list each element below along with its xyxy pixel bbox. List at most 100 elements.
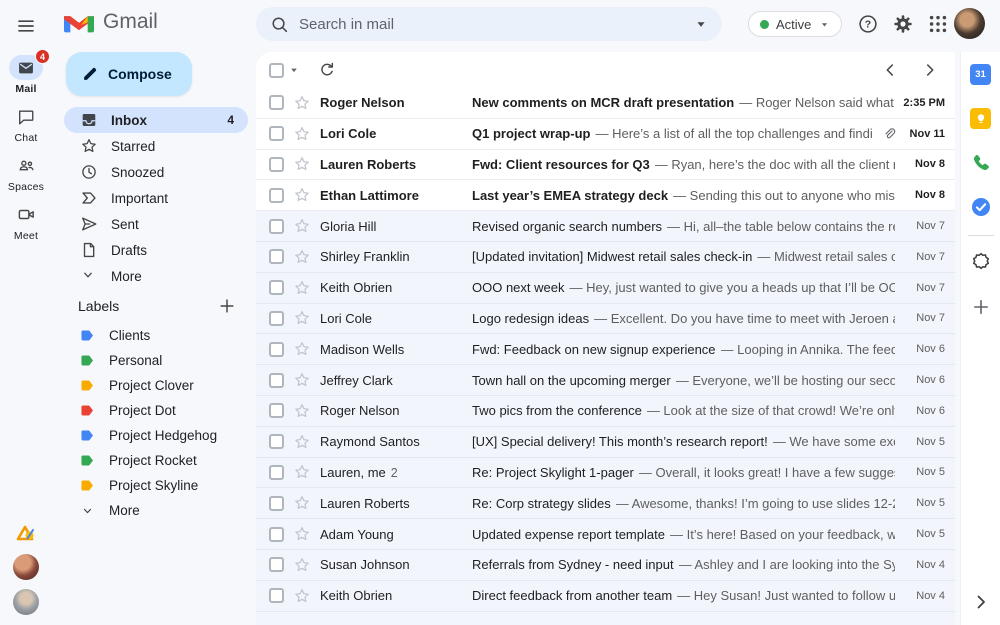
row-checkbox[interactable] [269, 588, 284, 604]
star-toggle-icon[interactable] [293, 94, 311, 112]
email-date: Nov 11 [909, 127, 945, 140]
email-subject: Referrals from Sydney - need input [472, 557, 674, 573]
status-chip[interactable]: Active [748, 11, 843, 37]
label-item-project-hedgehog[interactable]: Project Hedgehog [64, 423, 248, 448]
rail-item-chat[interactable]: Chat [0, 104, 52, 144]
label-item-clients[interactable]: Clients [64, 323, 248, 348]
older-page-button chevron-right-icon[interactable] [921, 61, 939, 79]
addon-seal-icon[interactable] [970, 251, 992, 273]
sidebar-item-starred[interactable]: Starred [64, 133, 248, 159]
row-checkbox[interactable] [269, 218, 284, 234]
sidebar-item-snoozed[interactable]: Snoozed [64, 159, 248, 185]
row-checkbox[interactable] [269, 280, 284, 296]
star-toggle-icon[interactable] [293, 402, 311, 420]
star-toggle-icon[interactable] [293, 125, 311, 143]
row-checkbox[interactable] [269, 310, 284, 326]
label-item-personal[interactable]: Personal [64, 348, 248, 373]
rail-item-spaces[interactable]: Spaces [0, 153, 52, 193]
label-item-project-rocket[interactable]: Project Rocket [64, 448, 248, 473]
label-item-project-skyline[interactable]: Project Skyline [64, 473, 248, 498]
select-all-checkbox[interactable] [269, 62, 284, 78]
settings-button settings-gear-icon[interactable] [892, 13, 914, 35]
row-checkbox[interactable] [269, 126, 284, 142]
star-toggle-icon[interactable] [293, 248, 311, 266]
row-checkbox[interactable] [269, 557, 284, 573]
star-toggle-icon[interactable] [293, 371, 311, 389]
email-subject: Updated expense report template [472, 526, 665, 542]
sidebar-item-drafts[interactable]: Drafts [64, 237, 248, 263]
row-checkbox[interactable] [269, 372, 284, 388]
rail-item-mail[interactable]: 4 Mail [0, 49, 52, 95]
contact-avatar-female[interactable] [13, 554, 39, 580]
email-row[interactable]: Keith Obrien Direct feedback from anothe… [256, 580, 955, 612]
calendar-icon[interactable]: 31 [970, 64, 991, 85]
labels-more-item[interactable]: More [64, 498, 248, 523]
keep-icon[interactable] [970, 108, 991, 129]
star-toggle-icon[interactable] [293, 494, 311, 512]
compose-button[interactable]: Compose [66, 52, 192, 96]
email-row[interactable]: Susan Johnson Referrals from Sydney - ne… [256, 549, 955, 581]
row-checkbox[interactable] [269, 341, 284, 357]
refresh-button refresh-icon[interactable] [318, 61, 336, 79]
email-row[interactable]: Lauren Roberts Fwd: Client resources for… [256, 149, 955, 181]
add-label-button plus-icon[interactable] [218, 297, 236, 315]
sidebar-item-sent[interactable]: Sent [64, 211, 248, 237]
rail-item-meet[interactable]: Meet [0, 202, 52, 242]
star-toggle-icon[interactable] [293, 155, 311, 173]
search-input[interactable] [299, 15, 692, 33]
label-item-project-dot[interactable]: Project Dot [64, 398, 248, 423]
contact-avatar-male[interactable] [13, 589, 39, 615]
star-toggle-icon[interactable] [293, 340, 311, 358]
email-row[interactable]: Ethan Lattimore Last year’s EMEA strateg… [256, 180, 955, 212]
email-row[interactable]: Gloria Hill Revised organic search numbe… [256, 211, 955, 242]
row-checkbox[interactable] [269, 434, 284, 450]
sidebar-item-more[interactable]: More [64, 263, 248, 289]
search-options-button caret-down-icon[interactable] [692, 15, 710, 33]
search-icon [272, 16, 288, 32]
star-toggle-icon[interactable] [293, 433, 311, 451]
star-toggle-icon[interactable] [293, 186, 311, 204]
row-checkbox[interactable] [269, 495, 284, 511]
row-checkbox[interactable] [269, 464, 284, 480]
email-row[interactable]: Keith Obrien OOO next week — Hey, just w… [256, 272, 955, 304]
row-checkbox[interactable] [269, 95, 284, 111]
star-toggle-icon[interactable] [293, 279, 311, 297]
email-row[interactable]: Raymond Santos [UX] Special delivery! Th… [256, 426, 955, 458]
select-menu-caret caret-down-icon[interactable] [287, 63, 301, 77]
google-apps-button apps-grid-icon[interactable] [927, 13, 949, 35]
label-item-project-clover[interactable]: Project Clover [64, 373, 248, 398]
row-checkbox[interactable] [269, 187, 284, 203]
email-row[interactable]: Roger Nelson Two pics from the conferenc… [256, 395, 955, 427]
help-button help-icon[interactable]: ? [857, 13, 879, 35]
row-checkbox[interactable] [269, 526, 284, 542]
star-toggle-icon[interactable] [293, 556, 311, 574]
star-toggle-icon[interactable] [293, 525, 311, 543]
get-addons-plus-icon[interactable] [971, 297, 991, 317]
row-checkbox[interactable] [269, 249, 284, 265]
account-avatar[interactable] [954, 8, 985, 39]
email-row[interactable]: Lauren Roberts Re: Corp strategy slides … [256, 488, 955, 520]
third-party-app-logo[interactable] [14, 521, 38, 545]
email-row[interactable]: Roger Nelson New comments on MCR draft p… [256, 88, 955, 119]
sidebar-item-important[interactable]: Important [64, 185, 248, 211]
star-toggle-icon[interactable] [293, 309, 311, 327]
sidebar-item-inbox[interactable]: Inbox 4 [64, 107, 248, 133]
star-toggle-icon[interactable] [293, 217, 311, 235]
hamburger-menu-button[interactable] [6, 13, 46, 39]
email-row[interactable]: Jeffrey Clark Town hall on the upcoming … [256, 365, 955, 396]
star-toggle-icon[interactable] [293, 463, 311, 481]
row-checkbox[interactable] [269, 156, 284, 172]
search-bar[interactable] [256, 7, 722, 41]
email-row[interactable]: Adam Young Updated expense report templa… [256, 519, 955, 550]
email-row[interactable]: Madison Wells Fwd: Feedback on new signu… [256, 334, 955, 366]
email-row[interactable]: Lauren, me 2 Re: Project Skylight 1-pager… [256, 457, 955, 489]
hide-side-panel-button chevron-right-icon[interactable] [971, 592, 991, 612]
star-toggle-icon[interactable] [293, 587, 311, 605]
tasks-icon[interactable] [970, 196, 992, 218]
row-checkbox[interactable] [269, 403, 284, 419]
email-row[interactable]: Lori Cole Logo redesign ideas — Excellen… [256, 303, 955, 335]
voice-phone-icon[interactable] [970, 152, 992, 174]
email-row[interactable]: Lori Cole Q1 project wrap-up — Here’s a … [256, 118, 955, 150]
newer-page-button chevron-left-icon[interactable] [881, 61, 899, 79]
email-row[interactable]: Shirley Franklin [Updated invitation] Mi… [256, 241, 955, 273]
